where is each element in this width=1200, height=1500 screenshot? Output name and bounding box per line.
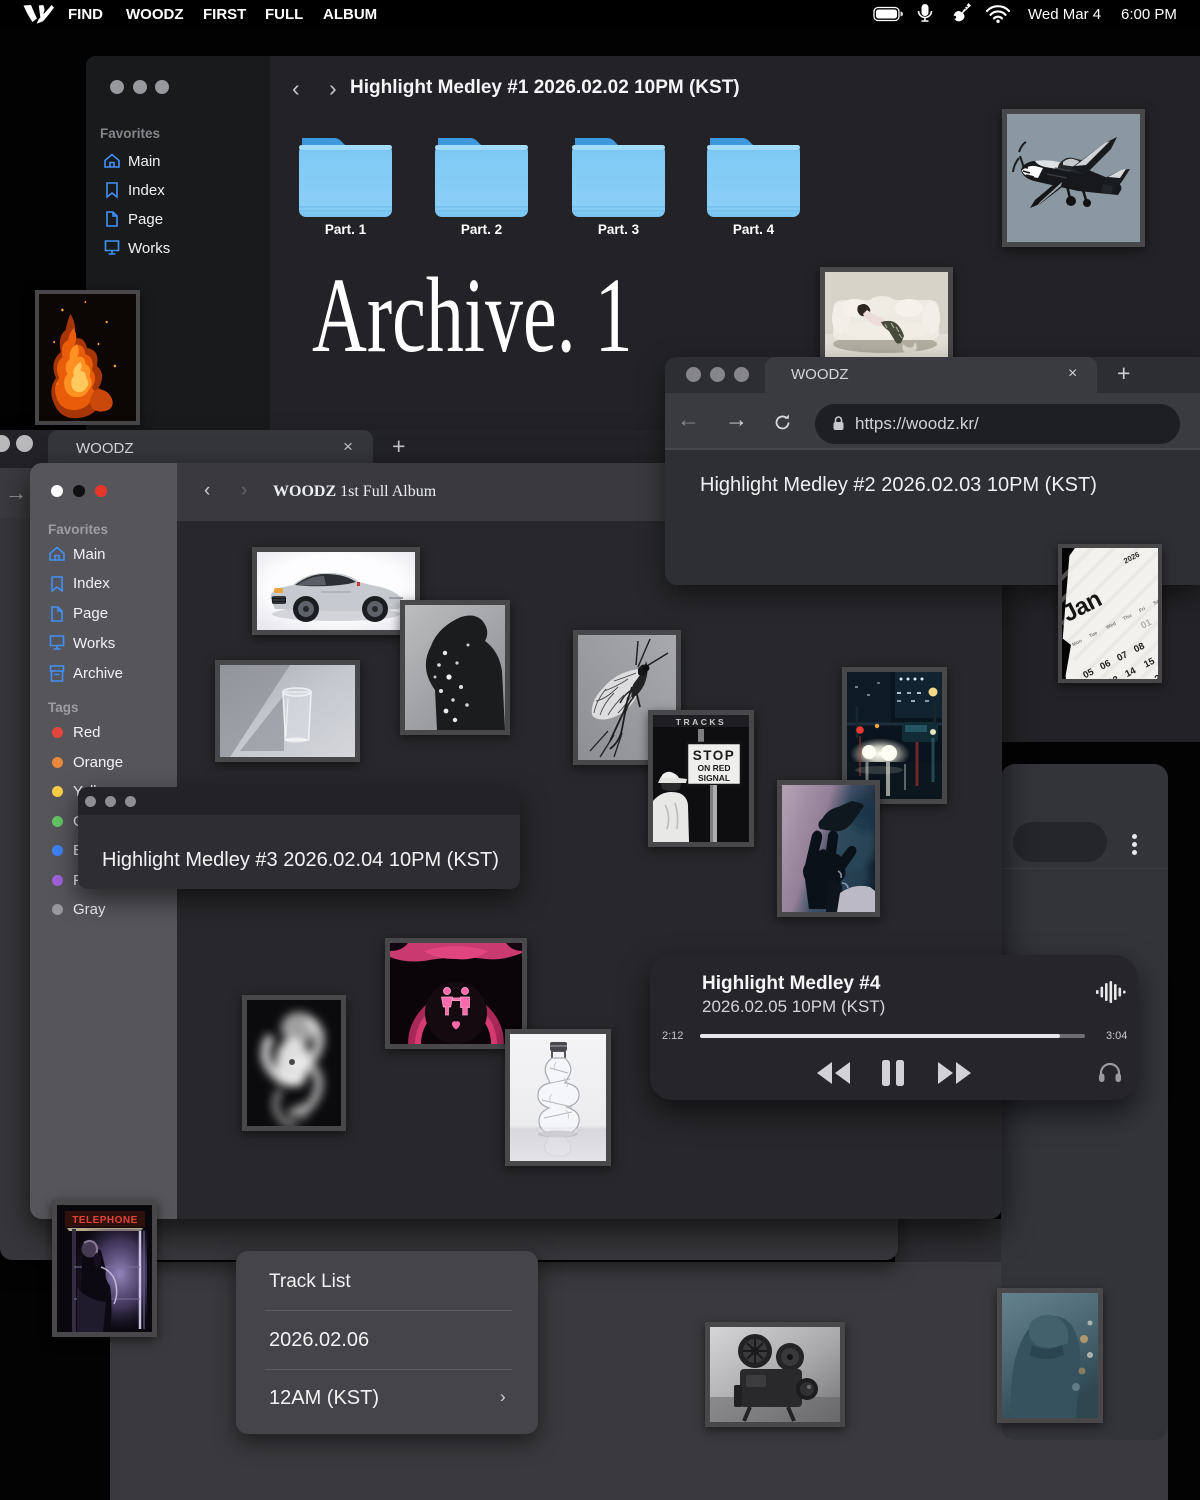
svg-text:STOP: STOP [693,748,736,763]
svg-text:TRACKS: TRACKS [676,717,726,727]
svg-text:TELEPHONE: TELEPHONE [72,1215,138,1226]
svg-text:SIGNAL: SIGNAL [698,773,730,783]
svg-text:ON RED: ON RED [697,763,730,773]
